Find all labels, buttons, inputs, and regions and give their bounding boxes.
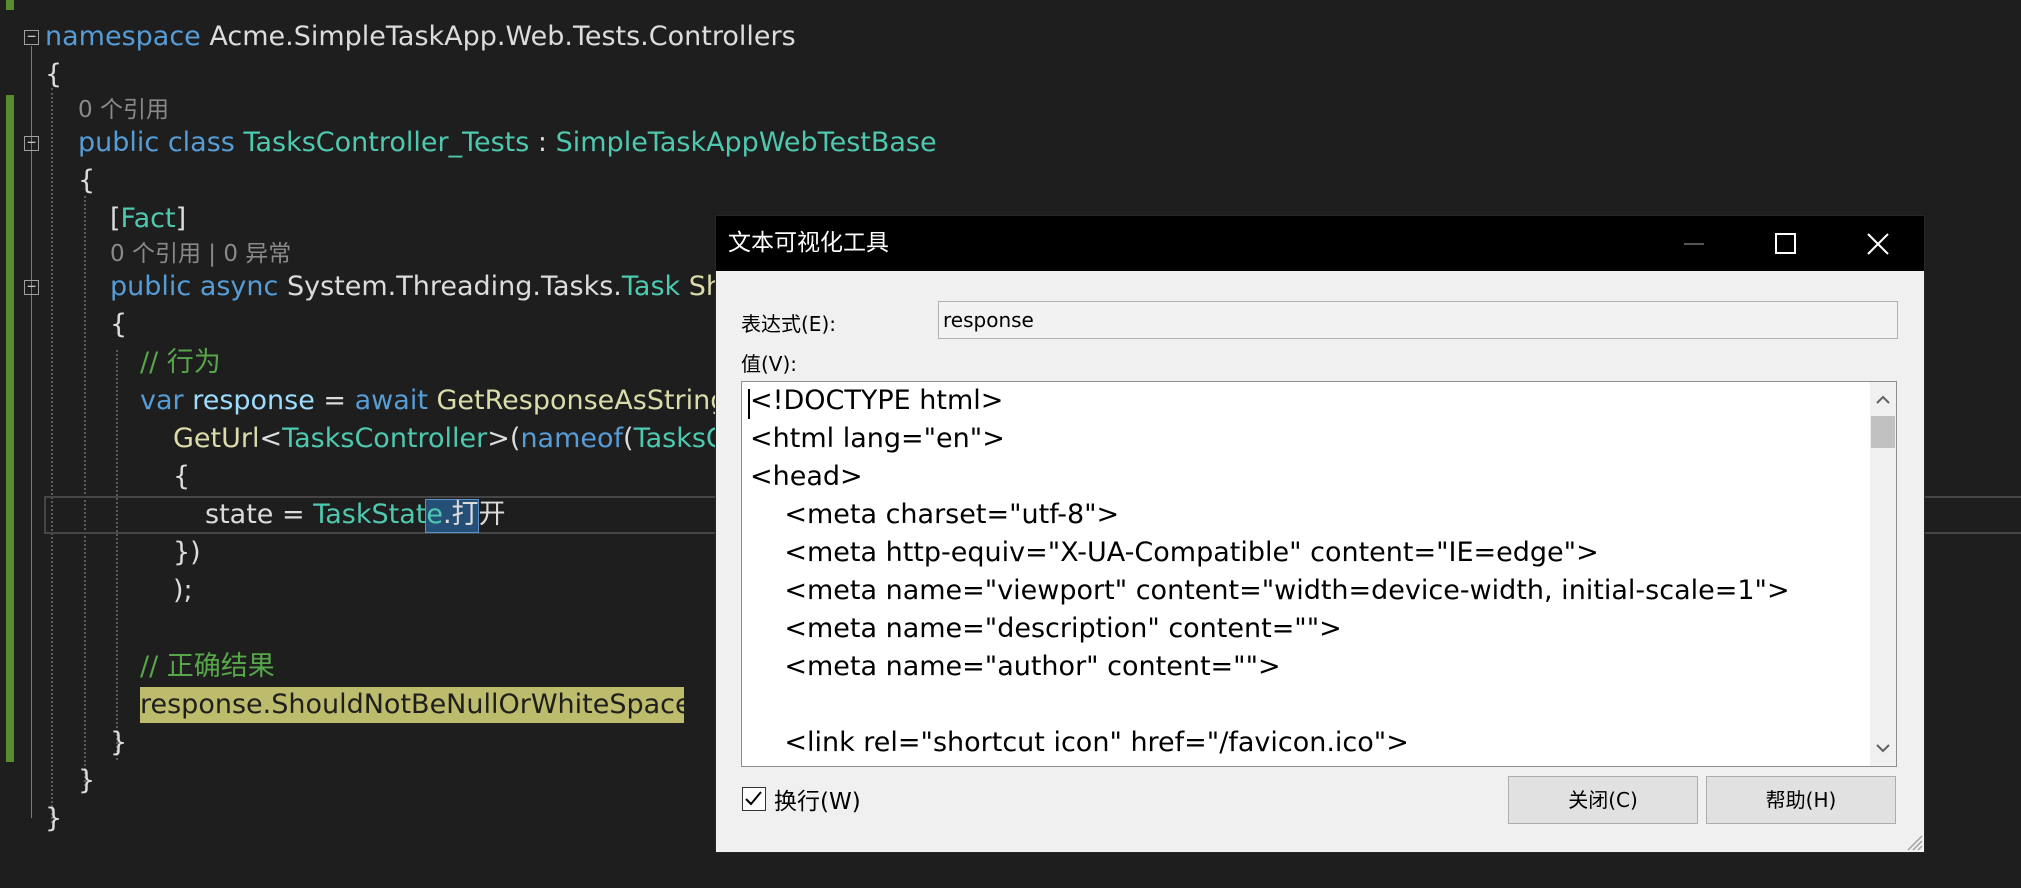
expression-field[interactable]: response <box>938 301 1898 339</box>
code-line-8[interactable]: public async System.Threading.Tasks.Task… <box>110 268 781 306</box>
base-class-name: SimpleTaskAppWebTestBase <box>555 127 937 158</box>
value-text-area[interactable]: <!DOCTYPE html> <html lang="en"> <head> … <box>741 381 1897 767</box>
code-line-11[interactable]: var response = await GetResponseAsString… <box>140 382 776 420</box>
minimize-icon <box>1684 243 1704 245</box>
class-name: TasksController_Tests <box>243 127 530 158</box>
keyword: public async <box>110 271 279 302</box>
vertical-scrollbar[interactable] <box>1870 382 1896 766</box>
code-line-6[interactable]: [Fact] <box>110 200 186 238</box>
value-line: <head> <box>750 461 863 492</box>
punctuation: ] <box>175 203 187 234</box>
comment-assert[interactable]: // 正确结果 <box>140 648 275 686</box>
code-line-15[interactable]: }) <box>173 534 201 572</box>
code-line-16[interactable]: ); <box>173 572 193 610</box>
type-name: Task <box>621 271 681 302</box>
code-line-19[interactable]: } <box>110 724 127 762</box>
selected-enum-member[interactable]: 打开 <box>452 499 506 530</box>
collapse-class-icon[interactable]: − <box>24 135 39 151</box>
value-text-content[interactable]: <!DOCTYPE html> <html lang="en"> <head> … <box>742 382 1870 766</box>
collapse-method-icon[interactable]: − <box>24 279 39 295</box>
change-bar <box>6 0 14 10</box>
help-button[interactable]: 帮助(H) <box>1706 776 1896 824</box>
code-line-18[interactable]: response.ShouldNotBeNullOrWhiteSpace(); <box>140 686 722 724</box>
property-name: state <box>205 499 274 530</box>
scroll-down-button[interactable] <box>1870 732 1896 766</box>
punctuation: [ <box>110 203 121 234</box>
dialog-title: 文本可视化工具 <box>728 230 889 256</box>
value-line: <meta charset="utf-8"> <box>750 499 1120 530</box>
scrollbar-thumb[interactable] <box>1871 416 1895 448</box>
code-line-20[interactable]: } <box>78 762 95 800</box>
punctuation: : <box>529 127 556 158</box>
fold-line <box>31 46 32 818</box>
value-line: <meta name="viewport" content="width=dev… <box>750 575 1790 606</box>
text-visualizer-dialog: 文本可视化工具 表达式(E): response 值(V): <!DOCTYPE… <box>716 216 1924 852</box>
operator: = <box>314 385 355 416</box>
attribute-name: Fact <box>120 203 176 234</box>
keyword: nameof <box>520 423 624 454</box>
code-line-14[interactable]: state = TaskState.打开 <box>205 496 506 534</box>
code-line-4[interactable]: public class TasksController_Tests : Sim… <box>78 124 937 162</box>
value-line: <meta name="description" content=""> <box>750 613 1342 644</box>
scroll-up-button[interactable] <box>1870 382 1896 416</box>
checkmark-icon <box>745 791 762 806</box>
maximize-button[interactable] <box>1740 216 1832 271</box>
keyword: var <box>140 385 184 416</box>
indent-guide <box>84 196 86 786</box>
keyword: public class <box>78 127 235 158</box>
collapse-namespace-icon[interactable]: − <box>24 29 39 45</box>
code-line-5[interactable]: { <box>78 162 95 200</box>
keyword: await <box>354 385 428 416</box>
variable-name: response <box>183 385 315 416</box>
expression-label: 表达式(E): <box>741 312 836 336</box>
code-line-21[interactable]: } <box>45 800 62 838</box>
punctuation: >( <box>487 423 521 454</box>
value-line: <meta http-equiv="X-UA-Compatible" conte… <box>750 537 1599 568</box>
chevron-down-icon <box>1876 744 1890 753</box>
code-line-1[interactable]: namespace Acme.SimpleTaskApp.Web.Tests.C… <box>45 18 796 56</box>
punctuation: . <box>442 499 452 530</box>
value-line: <link rel="shortcut icon" href="/favicon… <box>750 727 1409 758</box>
code-line-9[interactable]: { <box>110 306 127 344</box>
close-button[interactable]: 关闭(C) <box>1508 776 1698 824</box>
value-line: <meta name="author" content=""> <box>750 651 1281 682</box>
wrap-label[interactable]: 换行(W) <box>774 782 861 816</box>
keyword: namespace <box>45 21 201 52</box>
text-caret <box>748 389 750 419</box>
value-line: <!DOCTYPE html> <box>750 385 1004 416</box>
change-bar <box>6 95 14 762</box>
code-line-12[interactable]: GetUrl<TasksController>(nameof(TasksCon <box>173 420 758 458</box>
type-name: TasksController <box>282 423 488 454</box>
namespace-name: Acme.SimpleTaskApp.Web.Tests.Controllers <box>200 21 796 52</box>
dialog-title-bar[interactable]: 文本可视化工具 <box>716 216 1924 271</box>
indent-guide <box>51 88 53 823</box>
namespace-qualifier: System.Threading.Tasks. <box>278 271 622 302</box>
operator: = <box>273 499 314 530</box>
punctuation: < <box>259 423 283 454</box>
close-icon <box>1867 233 1889 255</box>
window-close-button[interactable] <box>1832 216 1924 271</box>
wrap-checkbox[interactable] <box>742 787 766 811</box>
resize-grip-icon[interactable] <box>1902 830 1924 852</box>
indent-guide <box>116 350 118 760</box>
minimize-button[interactable] <box>1648 216 1740 271</box>
code-line-2[interactable]: { <box>45 56 62 94</box>
value-label: 值(V): <box>741 352 798 376</box>
method-name: GetUrl <box>173 423 260 454</box>
type-name: TaskState <box>313 499 443 530</box>
comment-act[interactable]: // 行为 <box>140 344 221 382</box>
code-line-13[interactable]: { <box>173 458 190 496</box>
chevron-up-icon <box>1876 395 1890 404</box>
punctuation: ( <box>623 423 634 454</box>
maximize-icon <box>1775 233 1796 254</box>
value-line: <html lang="en"> <box>750 423 1005 454</box>
